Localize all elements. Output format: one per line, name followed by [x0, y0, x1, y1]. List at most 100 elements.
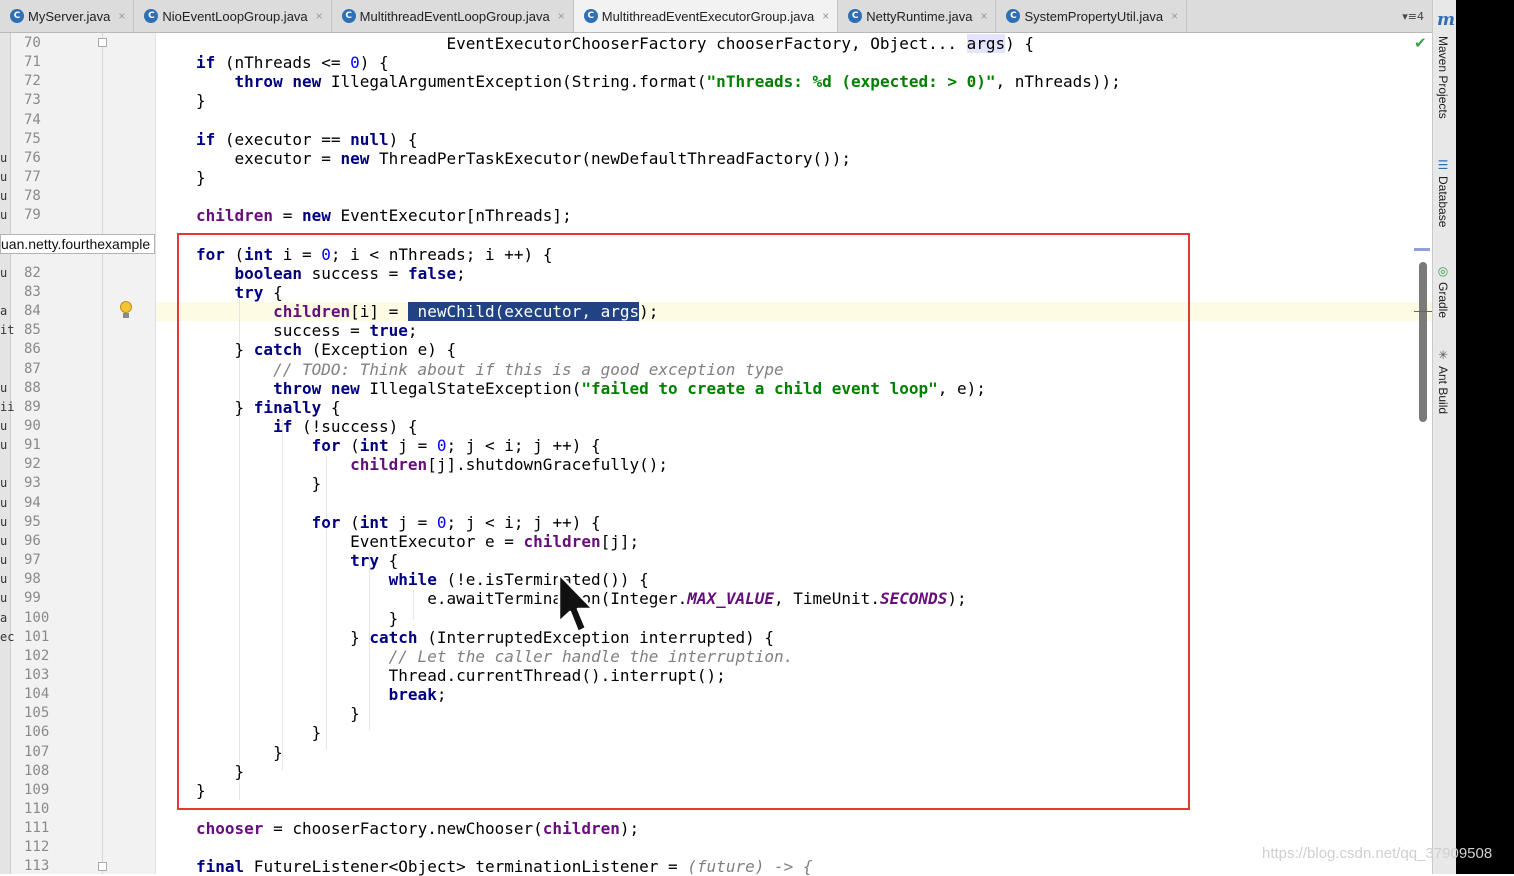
- tool-ant-build[interactable]: ✳ Ant Build: [1436, 348, 1450, 414]
- tab-systempropertyutil[interactable]: C SystemPropertyUtil.java ×: [996, 0, 1188, 32]
- code-line[interactable]: throw new IllegalArgumentException(Strin…: [196, 72, 1121, 91]
- class-file-icon: C: [583, 9, 598, 23]
- class-file-icon: C: [341, 9, 356, 23]
- close-icon[interactable]: ×: [316, 9, 323, 23]
- line-number: 74: [24, 111, 41, 128]
- mouse-cursor-icon: [557, 572, 595, 634]
- code-line[interactable]: children = new EventExecutor[nThreads];: [196, 206, 572, 225]
- fold-toggle-icon[interactable]: [98, 862, 107, 871]
- line-number: 108: [24, 762, 50, 779]
- clipped-panel-text: u: [0, 150, 8, 165]
- line-number: 85: [24, 322, 41, 339]
- clipped-panel-text: u: [0, 572, 8, 587]
- maven-logo-icon[interactable]: m: [1437, 10, 1455, 30]
- close-icon[interactable]: ×: [558, 9, 565, 23]
- line-number: 88: [24, 379, 41, 396]
- line-number: 110: [24, 801, 50, 817]
- usage-marker[interactable]: [1414, 248, 1430, 251]
- line-number: 91: [24, 437, 41, 454]
- tool-database[interactable]: ☰ Database: [1436, 158, 1450, 227]
- clipped-panel-text: u: [0, 476, 8, 491]
- clipped-panel-text: u: [0, 208, 8, 223]
- line-number: 89: [24, 398, 41, 415]
- line-number: 100: [24, 609, 50, 626]
- code-line[interactable]: }: [196, 168, 206, 187]
- line-number: 105: [24, 705, 50, 722]
- tab-multithreadeventexecutorgroup[interactable]: C MultithreadEventExecutorGroup.java ×: [573, 0, 839, 32]
- line-number: 92: [24, 456, 41, 473]
- tab-nettyruntime[interactable]: C NettyRuntime.java ×: [838, 0, 997, 32]
- line-number: 113: [24, 858, 50, 875]
- tab-label: NettyRuntime.java: [866, 8, 973, 24]
- line-number: 103: [24, 666, 50, 683]
- clipped-panel-text: a: [0, 610, 8, 625]
- ant-icon: ✳: [1436, 348, 1450, 362]
- code-line[interactable]: if (executor == null) {: [196, 130, 418, 149]
- class-file-icon: C: [10, 9, 24, 23]
- line-number: 109: [24, 781, 50, 798]
- line-number: 97: [24, 552, 41, 569]
- tool-maven-projects[interactable]: Maven Projects: [1436, 36, 1450, 119]
- clipped-panel-text: it: [0, 323, 15, 338]
- line-number: 107: [24, 743, 50, 760]
- analysis-ok-icon[interactable]: ✔: [1414, 34, 1427, 52]
- tab-overflow-button[interactable]: ▾≡4: [1402, 10, 1424, 23]
- clipped-panel-text: a: [0, 304, 8, 319]
- code-line[interactable]: executor = new ThreadPerTaskExecutor(new…: [196, 149, 852, 168]
- class-file-icon: C: [1006, 9, 1021, 23]
- line-number: 70: [24, 35, 41, 51]
- class-file-icon: C: [848, 9, 863, 23]
- line-number: 101: [24, 628, 50, 645]
- code-line[interactable]: final FutureListener<Object> termination…: [196, 857, 813, 876]
- line-number: 96: [24, 532, 41, 549]
- line-number: 84: [24, 303, 41, 320]
- code-line[interactable]: }: [196, 91, 206, 110]
- line-number: 72: [24, 73, 41, 90]
- tab-overflow-count: 4: [1417, 9, 1424, 23]
- tab-nioeventloopgroup[interactable]: C NioEventLoopGroup.java ×: [134, 0, 332, 32]
- close-icon[interactable]: ×: [822, 9, 829, 23]
- line-number: 73: [24, 92, 41, 109]
- code-line[interactable]: EventExecutorChooserFactory chooserFacto…: [196, 34, 1034, 53]
- code-line[interactable]: chooser = chooserFactory.newChooser(chil…: [196, 819, 639, 838]
- line-number: 78: [24, 188, 41, 205]
- line-number: 71: [24, 54, 41, 71]
- line-number: 82: [24, 264, 41, 281]
- clipped-panel-text: u: [0, 419, 8, 433]
- line-number: 93: [24, 475, 41, 492]
- line-number: 76: [24, 149, 41, 166]
- tab-myserver[interactable]: C MyServer.java ×: [0, 0, 135, 32]
- line-number: 99: [24, 590, 41, 607]
- tab-label: SystemPropertyUtil.java: [1024, 8, 1164, 24]
- gradle-icon: ◎: [1436, 264, 1450, 278]
- line-number: 87: [24, 360, 41, 377]
- close-icon[interactable]: ×: [1171, 9, 1178, 23]
- clipped-panel-text: u: [0, 591, 8, 606]
- close-icon[interactable]: ×: [980, 9, 987, 23]
- line-number: 102: [24, 647, 50, 664]
- tab-label: MultithreadEventExecutorGroup.java: [601, 8, 815, 24]
- tool-gradle[interactable]: ◎ Gradle: [1436, 264, 1450, 318]
- code-line[interactable]: if (nThreads <= 0) {: [196, 53, 389, 72]
- clipped-panel-text: u: [0, 533, 8, 548]
- line-number: 95: [24, 513, 41, 530]
- tab-multithreadeventloopgroup[interactable]: C MultithreadEventLoopGroup.java ×: [332, 0, 574, 32]
- clipped-panel-text: u: [0, 438, 8, 453]
- vertical-scrollbar-thumb[interactable]: [1419, 262, 1427, 422]
- clipped-panel-text: ec: [0, 629, 15, 644]
- fold-toggle-icon[interactable]: [98, 38, 107, 47]
- close-icon[interactable]: ×: [118, 9, 125, 23]
- editor-tab-bar: C MyServer.java × C NioEventLoopGroup.java × C…: [0, 0, 1432, 33]
- class-file-icon: C: [144, 9, 159, 23]
- fold-column: [102, 33, 103, 874]
- line-number: 90: [24, 418, 41, 434]
- package-tooltip: uan.netty.fourthexample: [0, 234, 156, 254]
- right-tool-strip: m Maven Projects ☰ Database ◎ Gradle ✳ Ant …: [1432, 0, 1457, 874]
- watermark: https://blog.csdn.net/qq_37909508: [1262, 845, 1493, 862]
- intention-bulb-icon[interactable]: [119, 301, 133, 319]
- clipped-panel-text: u: [0, 265, 8, 280]
- error-stripe[interactable]: [1412, 33, 1432, 874]
- clipped-panel-text: u: [0, 495, 8, 510]
- tab-label: MultithreadEventLoopGroup.java: [359, 8, 550, 24]
- clipped-panel-text: u: [0, 189, 8, 204]
